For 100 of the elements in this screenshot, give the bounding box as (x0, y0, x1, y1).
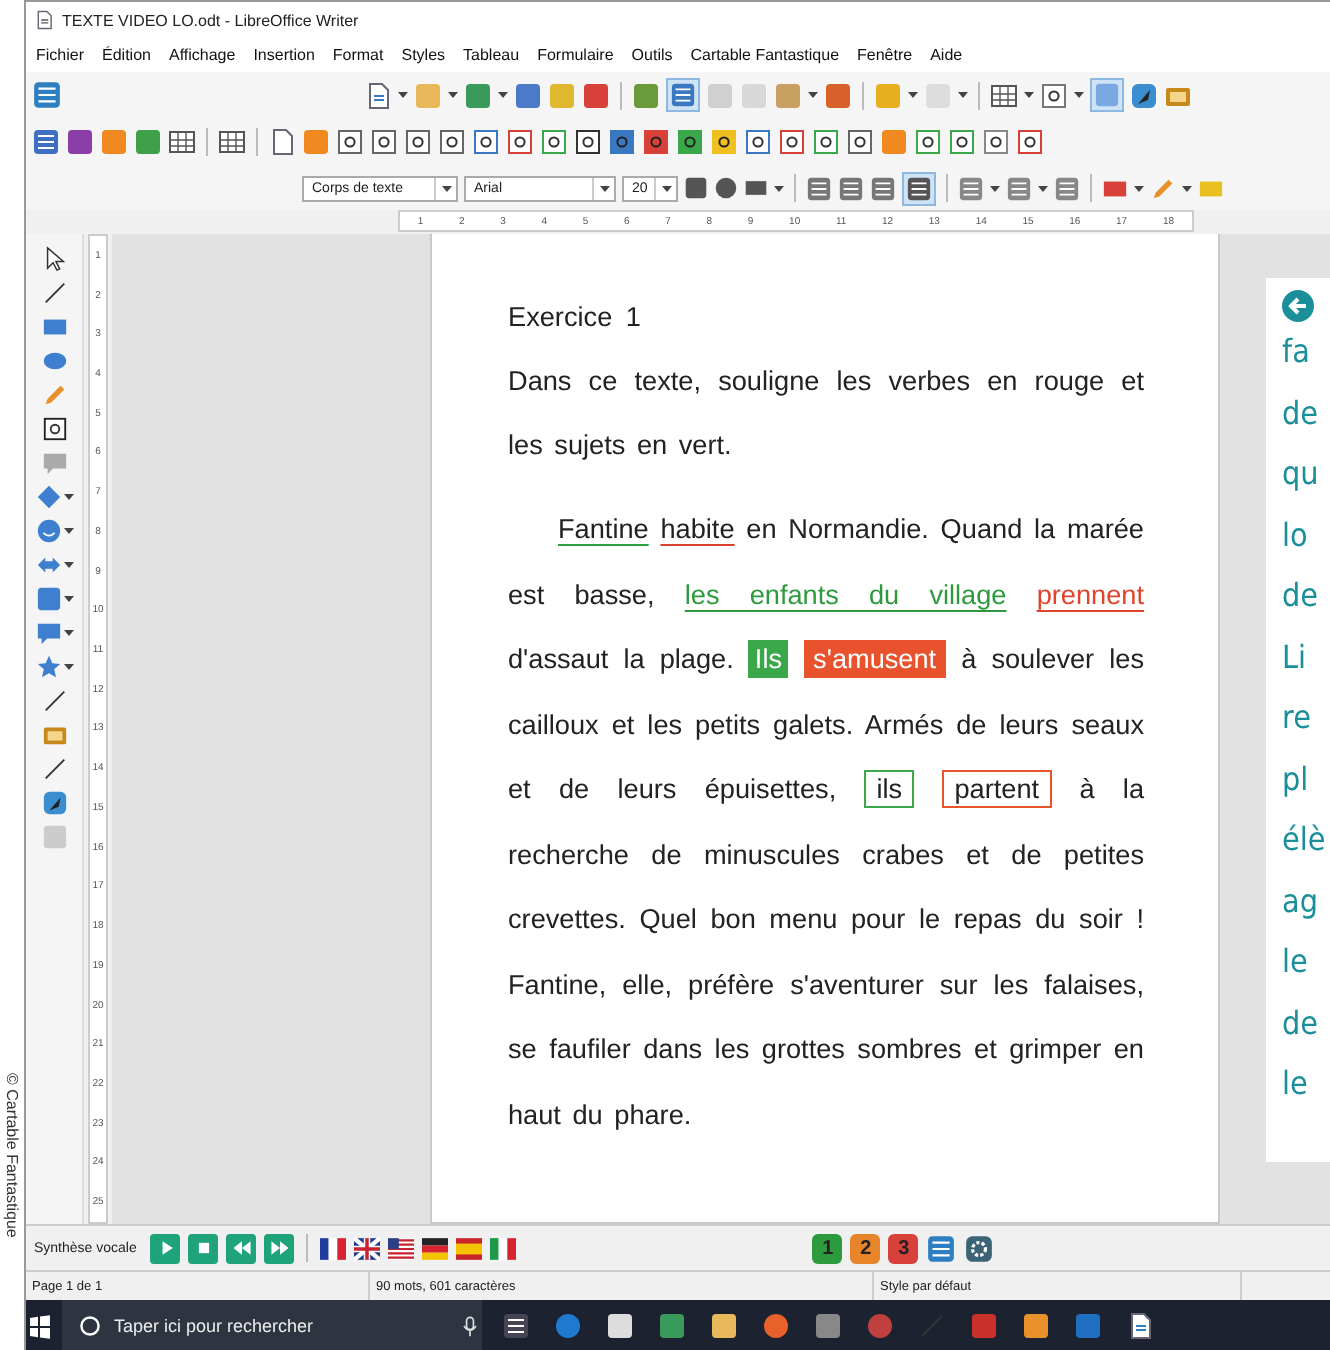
list-icon[interactable] (926, 1233, 957, 1263)
flag-icon[interactable] (388, 1235, 415, 1261)
line-icon[interactable] (41, 280, 67, 306)
caption-text: pl (1282, 757, 1311, 801)
search-icon[interactable] (78, 1313, 102, 1337)
letter-style-icon[interactable] (336, 128, 364, 156)
caret-icon[interactable] (63, 594, 73, 604)
smiley-icon[interactable] (35, 518, 61, 544)
story-paragraph: Fantine habite en Normandie. Quand la marée est basse, les enfants du village prennent d'assaut la plage. Ils s'amusent à soulever les cailloux et les petits galets. Armés de leurs seaux et de leurs épuisettes, ils partent à la recherche de minuscules crabes et de petites crevettes. Quel bon menu pour le repas du soir ! Fantine, elle, préfère s'aventurer sur les falaises, se faufiler dans les grottes sombres et grimper en haut du phare. (508, 512, 1144, 1134)
caret-icon[interactable] (1074, 90, 1084, 100)
flag-icon[interactable] (422, 1235, 449, 1261)
document-icon[interactable] (364, 81, 392, 109)
letter-style-icon[interactable] (608, 128, 636, 156)
caption-text: le (1282, 1062, 1310, 1106)
letter-style-icon[interactable] (404, 128, 432, 156)
caret-icon[interactable] (398, 90, 408, 100)
align-left-icon[interactable] (806, 175, 832, 201)
menu-item[interactable]: Fichier (36, 46, 85, 64)
letter-style-icon[interactable] (846, 128, 874, 156)
diamond-icon[interactable] (35, 484, 61, 510)
menu-item[interactable]: Styles (401, 46, 446, 64)
caret-icon[interactable] (63, 628, 73, 638)
letter-style-icon[interactable] (370, 128, 398, 156)
caret-icon[interactable] (958, 90, 968, 100)
bird-icon[interactable] (41, 790, 67, 816)
letter-style-icon[interactable] (506, 128, 534, 156)
letter-style-icon[interactable] (676, 128, 704, 156)
flag-icon[interactable] (354, 1235, 381, 1261)
microphone-icon[interactable] (458, 1313, 482, 1337)
caret-icon[interactable] (1024, 90, 1034, 100)
align-right-icon[interactable] (870, 175, 896, 201)
level-button[interactable]: 1 (812, 1233, 843, 1263)
document-icon[interactable] (34, 10, 54, 30)
rectangle-icon[interactable] (41, 314, 67, 340)
caption-text: de (1282, 1001, 1320, 1045)
caret-icon[interactable] (1038, 183, 1048, 193)
menu-item[interactable]: Édition (102, 46, 151, 64)
speech-bubble-icon[interactable] (35, 620, 61, 646)
caret-icon[interactable] (63, 560, 73, 570)
menu-item[interactable]: Fenêtre (857, 46, 913, 64)
windows-start-icon[interactable] (26, 1311, 54, 1339)
bird-icon[interactable] (1130, 81, 1158, 109)
menu-item[interactable]: Tableau (463, 46, 520, 64)
menu-item[interactable]: Affichage (168, 46, 236, 64)
border-icon[interactable] (1040, 81, 1068, 109)
caret-icon[interactable] (441, 183, 451, 193)
task-view-icon[interactable] (502, 1311, 530, 1339)
caret-icon[interactable] (599, 183, 609, 193)
level-button[interactable]: 2 (850, 1233, 881, 1263)
caret-icon[interactable] (63, 662, 73, 672)
menu-item[interactable]: Formulaire (537, 46, 614, 64)
caret-icon[interactable] (661, 183, 671, 193)
menu-item[interactable]: Outils (631, 46, 673, 64)
sidebar-icon[interactable] (32, 80, 62, 110)
list-icon[interactable] (32, 128, 60, 156)
pointer-icon[interactable] (41, 246, 67, 272)
caret-icon[interactable] (990, 183, 1000, 193)
star-icon[interactable] (35, 654, 61, 680)
letter-style-icon[interactable] (472, 128, 500, 156)
caret-icon[interactable] (808, 90, 818, 100)
letter-style-icon[interactable] (540, 128, 568, 156)
letter-style-icon[interactable] (812, 128, 840, 156)
caption-text: lo (1282, 513, 1310, 557)
align-center-icon[interactable] (838, 175, 864, 201)
caret-icon[interactable] (498, 90, 508, 100)
caret-icon[interactable] (1134, 183, 1144, 193)
caret-icon[interactable] (908, 90, 918, 100)
flag-icon[interactable] (320, 1235, 347, 1261)
double-arrow-icon[interactable] (35, 552, 61, 578)
menu-item[interactable]: Aide (930, 46, 963, 64)
letter-style-icon[interactable] (710, 128, 738, 156)
menu-item[interactable]: Format (332, 46, 384, 64)
letter-style-icon[interactable] (778, 128, 806, 156)
text-box-icon[interactable] (41, 416, 67, 442)
taskbar-search-field[interactable]: Taper ici pour rechercher (62, 1300, 482, 1350)
caption-text: qu (1282, 452, 1321, 496)
photo-credit: © Cartable Fantastique (3, 1073, 21, 1242)
writer-icon[interactable] (1126, 1311, 1154, 1339)
table-icon[interactable] (990, 81, 1018, 109)
frame-icon[interactable] (41, 722, 67, 748)
letter-style-icon[interactable] (574, 128, 602, 156)
caption-text: élè (1282, 818, 1328, 862)
window-icon[interactable] (268, 128, 296, 156)
menu-item[interactable]: Cartable Fantastique (690, 46, 840, 64)
letter-style-icon[interactable] (438, 128, 466, 156)
caret-icon[interactable] (63, 492, 73, 502)
calendar-icon[interactable] (218, 128, 246, 156)
settings-icon[interactable] (964, 1233, 995, 1263)
letter-style-icon[interactable] (744, 128, 772, 156)
level-button[interactable]: 3 (888, 1233, 919, 1263)
caret-icon[interactable] (1182, 183, 1192, 193)
caption-text: de (1282, 391, 1320, 435)
menu-item[interactable]: Insertion (253, 46, 315, 64)
letter-style-icon[interactable] (642, 128, 670, 156)
caret-icon[interactable] (63, 526, 73, 536)
ellipse-icon[interactable] (41, 348, 67, 374)
caret-icon[interactable] (448, 90, 458, 100)
caption-text: ag (1282, 879, 1320, 923)
caret-icon[interactable] (774, 183, 784, 193)
caption-text: le (1282, 940, 1310, 984)
